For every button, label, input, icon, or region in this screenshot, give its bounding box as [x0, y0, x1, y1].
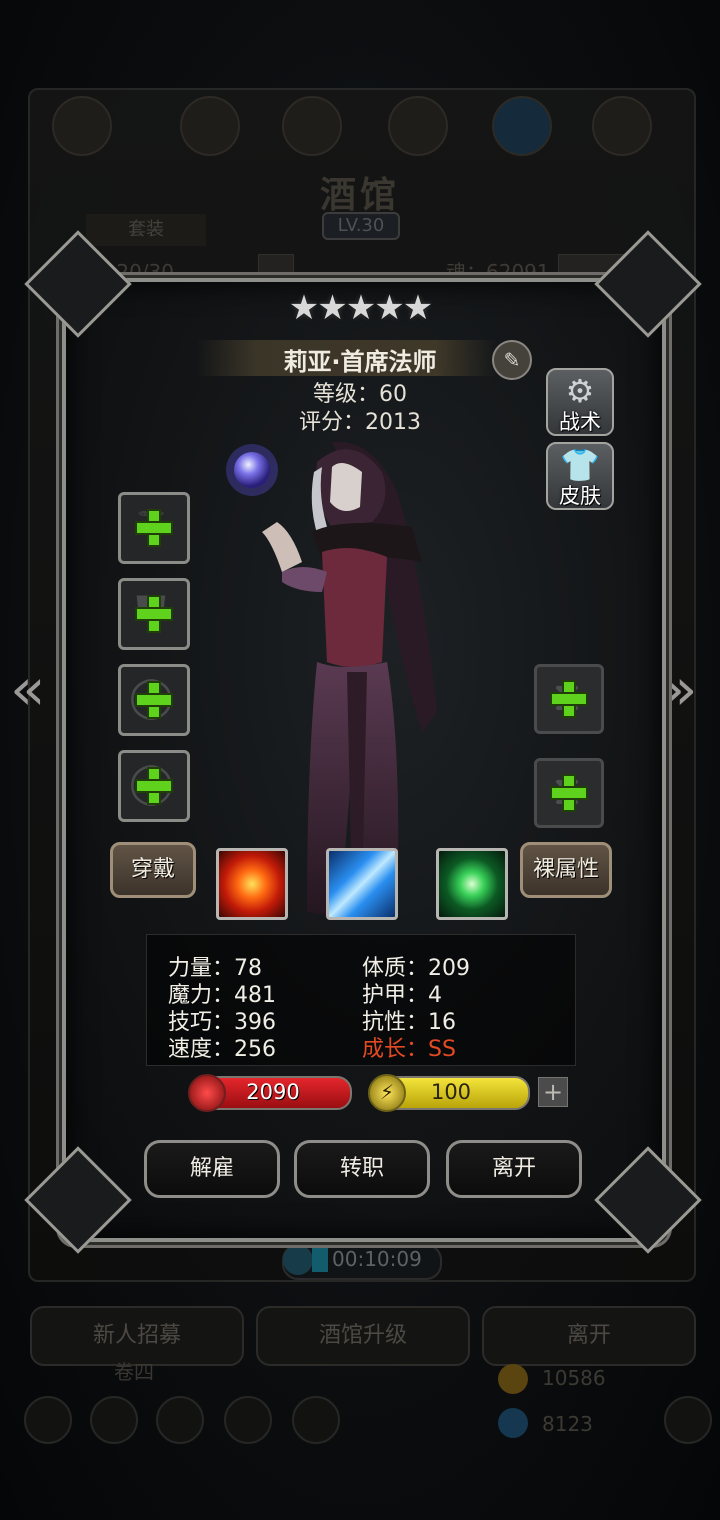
accessory-slot-1[interactable]: ⧗: [534, 664, 604, 734]
nature-skill-icon[interactable]: [436, 848, 508, 920]
add-equipment-icon: [552, 776, 586, 810]
ice-skill-icon[interactable]: [326, 848, 398, 920]
gem-icon: [498, 1408, 528, 1438]
gear-icon: ⚙: [565, 372, 595, 410]
bg-leave-button: 离开: [482, 1306, 696, 1366]
top-tab-icon: [180, 96, 240, 156]
add-equipment-icon: [137, 683, 171, 717]
edit-name-icon[interactable]: ✎: [492, 340, 532, 380]
bottom-icon: [224, 1396, 272, 1444]
timer-text: 00:10:09: [332, 1247, 422, 1271]
skin-label: 皮肤: [559, 484, 601, 508]
add-equipment-icon: [137, 597, 171, 631]
leave-button[interactable]: 离开: [446, 1140, 582, 1198]
tactics-button[interactable]: ⚙ 战术: [546, 368, 614, 436]
tavern-upgrade-button: 酒馆升级: [256, 1306, 470, 1366]
accessory-slot-2[interactable]: ⧗: [534, 758, 604, 828]
job-change-button[interactable]: 转职: [294, 1140, 430, 1198]
top-tab-icon: [592, 96, 652, 156]
naked-attribute-button[interactable]: 裸属性: [520, 842, 612, 898]
gem-amount: 8123: [542, 1412, 593, 1436]
wear-button[interactable]: 穿戴: [110, 842, 196, 898]
top-tab-icon: [282, 96, 342, 156]
gold-icon: [498, 1364, 528, 1394]
add-energy-button[interactable]: +: [538, 1077, 568, 1107]
bottom-icon: [664, 1396, 712, 1444]
star-rating: ★★★★★: [288, 288, 433, 328]
next-hero-arrow-icon[interactable]: »: [662, 660, 698, 718]
add-equipment-icon: [137, 511, 171, 545]
add-equipment-icon: [137, 769, 171, 803]
timer-icon: [283, 1245, 313, 1275]
timer-progress: [312, 1248, 328, 1272]
dismiss-button[interactable]: 解雇: [144, 1140, 280, 1198]
stat-growth: 成长：SS: [362, 1037, 456, 1062]
top-tab-icon: [492, 96, 552, 156]
bottom-icon: [156, 1396, 204, 1444]
tactics-label: 战术: [559, 410, 601, 434]
heart-icon: [188, 1074, 226, 1112]
bottom-icon: [90, 1396, 138, 1444]
gold-amount: 10586: [542, 1366, 606, 1390]
ring-slot-1[interactable]: ◯: [118, 664, 190, 736]
tavern-title: 酒馆: [319, 175, 400, 216]
weapon-slot[interactable]: ⚚: [118, 492, 190, 564]
stat-speed: 速度：256: [168, 1037, 276, 1062]
prev-hero-arrow-icon[interactable]: «: [10, 660, 46, 718]
add-equipment-icon: [552, 682, 586, 716]
tavern-level: LV.30: [322, 212, 400, 240]
armor-slot[interactable]: ⛊: [118, 578, 190, 650]
suit-tab: 套装: [86, 214, 206, 246]
top-tab-icon: [52, 96, 112, 156]
lightning-icon: ⚡: [368, 1074, 406, 1112]
fire-skill-icon[interactable]: [216, 848, 288, 920]
bg-sub-label: 卷四: [114, 1360, 154, 1384]
top-tab-icon: [388, 96, 448, 156]
ring-slot-2[interactable]: ◯: [118, 750, 190, 822]
bottom-icon: [24, 1396, 72, 1444]
shirt-icon: 👕: [560, 446, 600, 484]
skin-button[interactable]: 👕 皮肤: [546, 442, 614, 510]
bottom-icon: [292, 1396, 340, 1444]
